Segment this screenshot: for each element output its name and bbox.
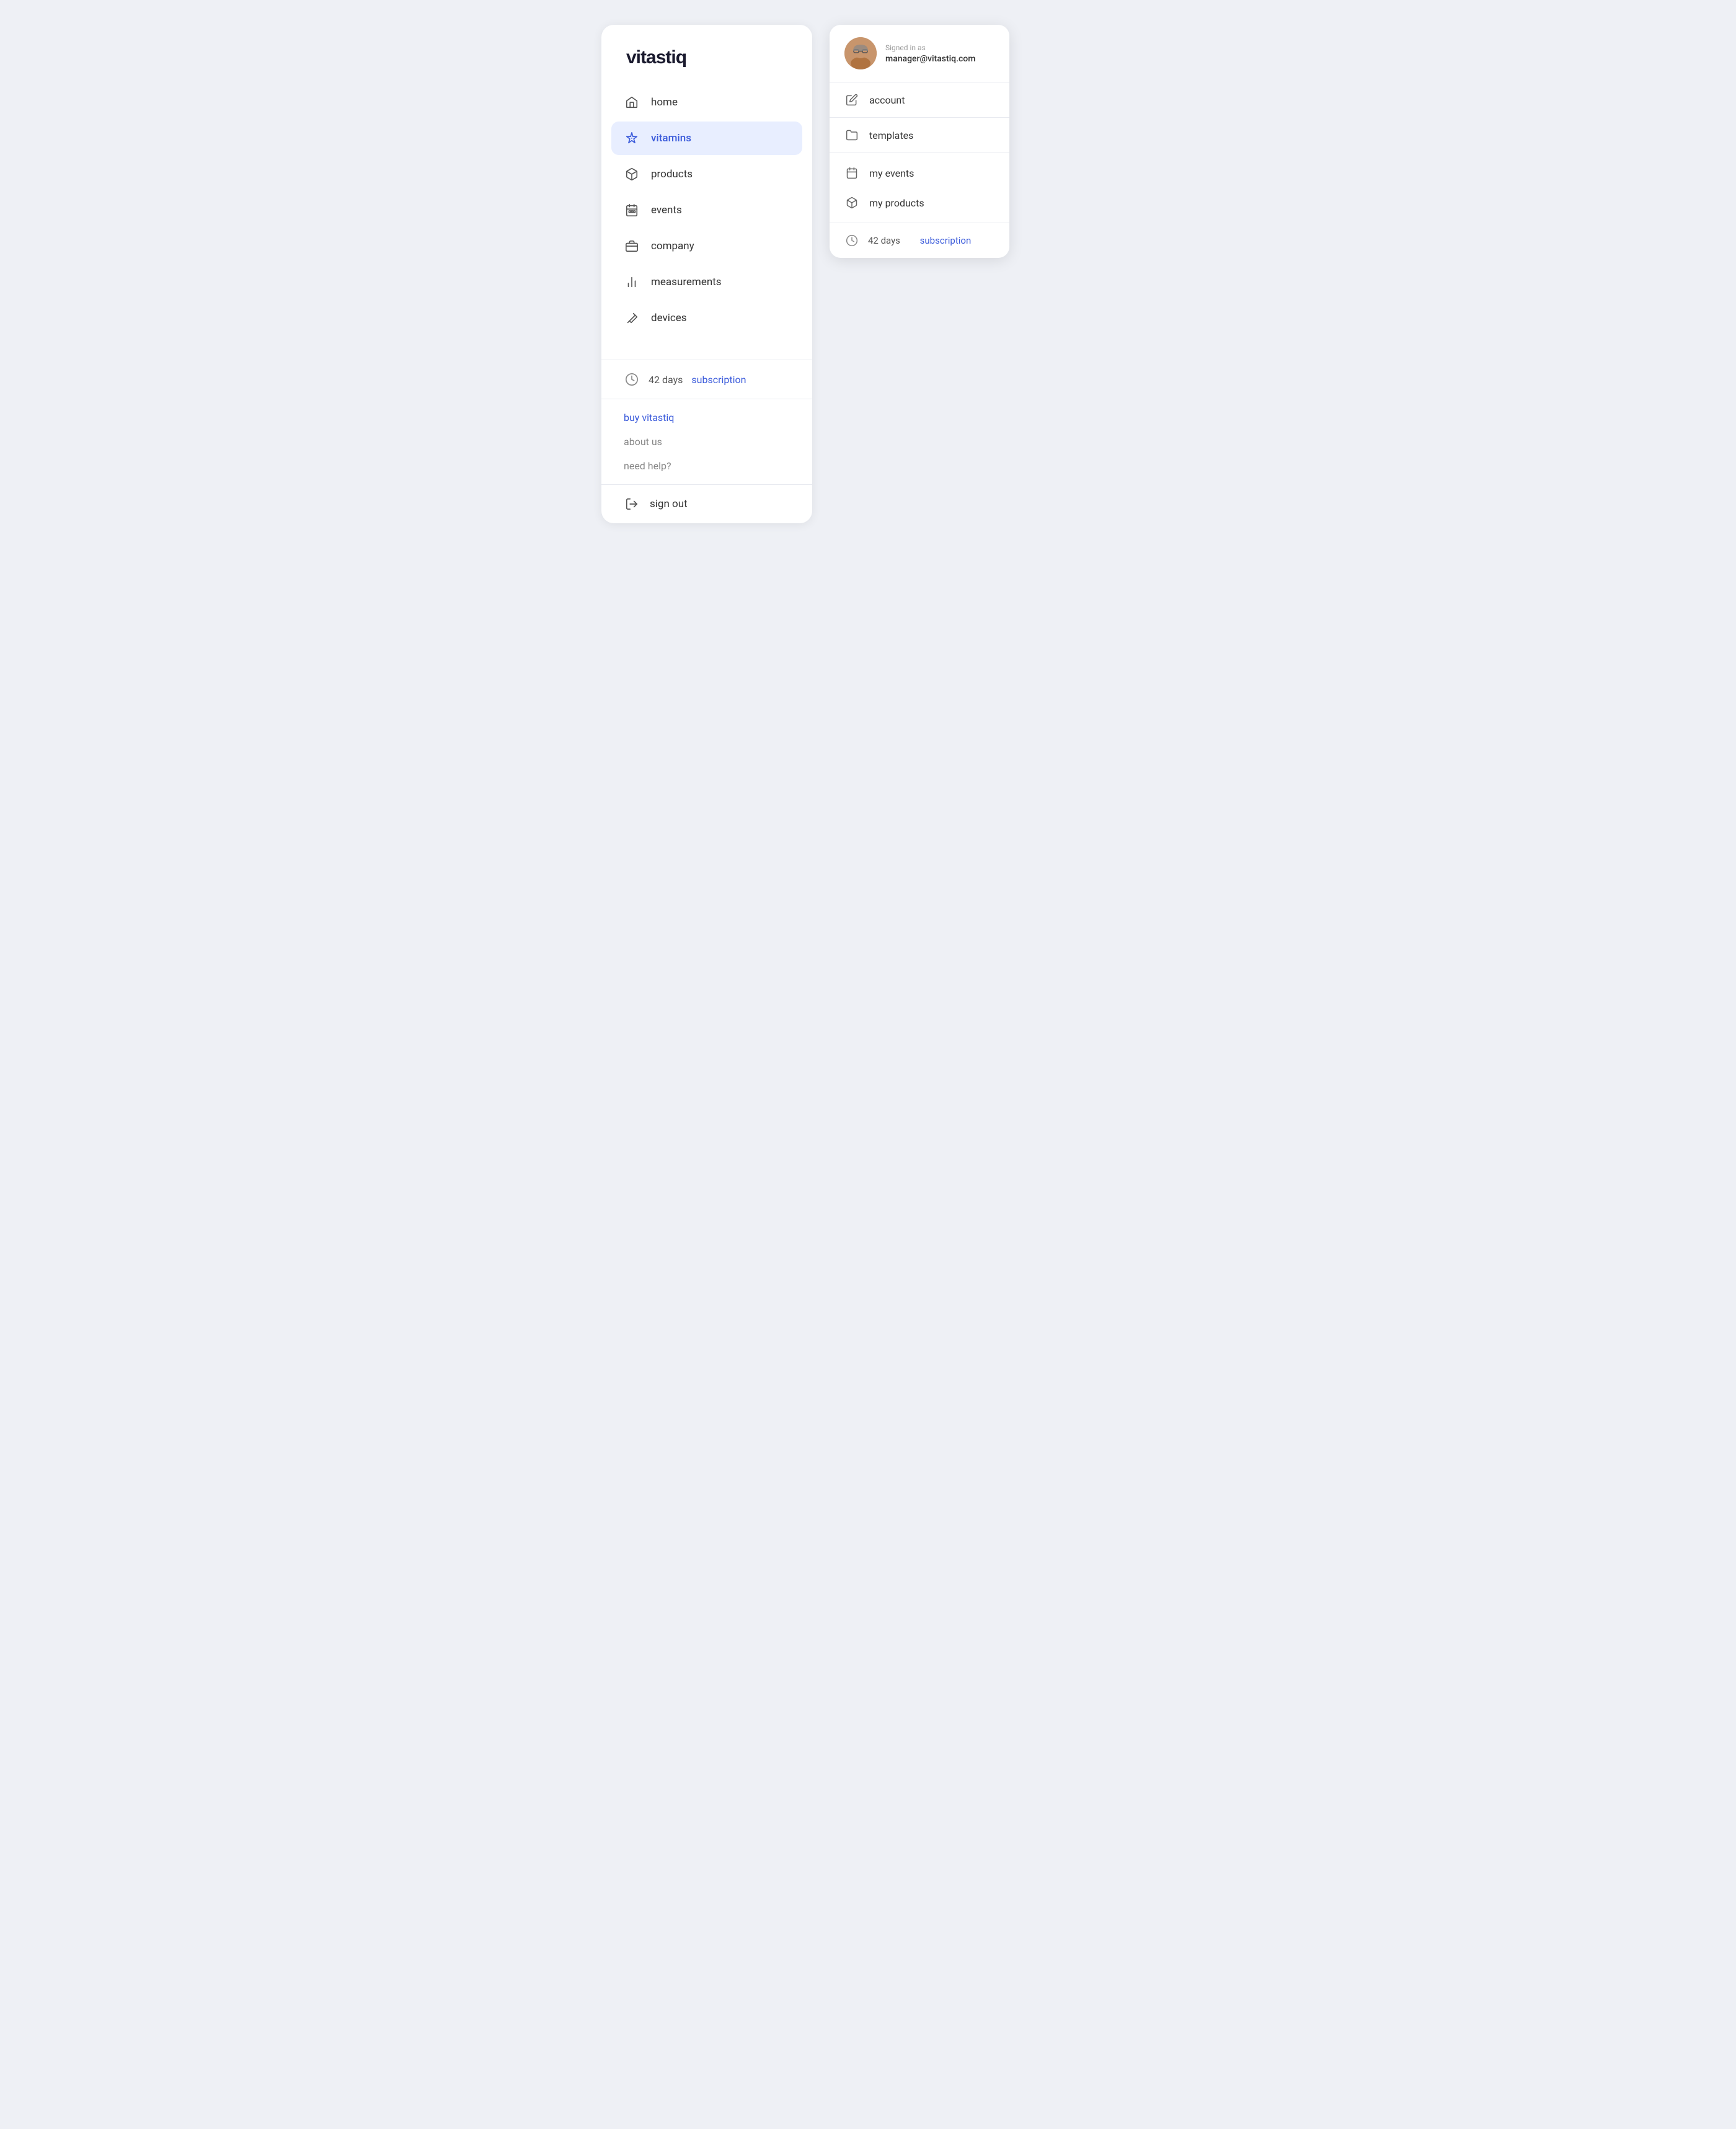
box-small-icon (844, 195, 859, 210)
home-icon (624, 94, 640, 110)
need-help-link[interactable]: need help? (624, 460, 790, 472)
folder-icon (844, 128, 859, 143)
chart-icon (624, 274, 640, 290)
dropdown-account-label: account (869, 94, 905, 106)
sidebar-item-products-label: products (651, 168, 693, 180)
buy-vitastiq-link[interactable]: buy vitastiq (624, 412, 790, 423)
sidebar-subscription: 42 days subscription (601, 360, 812, 399)
signout-icon (624, 496, 640, 512)
dropdown-subscription: 42 days subscription (830, 223, 1009, 258)
sidebar-item-home[interactable]: home (611, 86, 802, 119)
sidebar: vitastiq home (601, 25, 812, 523)
sidebar-item-company[interactable]: company (611, 229, 802, 263)
calendar-icon (624, 202, 640, 218)
sidebar-item-events-label: events (651, 204, 682, 216)
edit-icon (844, 92, 859, 107)
user-info: Signed in as manager@vitastiq.com (885, 43, 975, 64)
box-icon (624, 166, 640, 182)
my-products-label: my products (869, 197, 924, 209)
page-wrapper: vitastiq home (601, 25, 1135, 523)
dropdown-item-my-products[interactable]: my products (830, 188, 1009, 218)
about-us-link[interactable]: about us (624, 436, 790, 448)
sidebar-item-measurements[interactable]: measurements (611, 265, 802, 299)
dropdown-panel: Signed in as manager@vitastiq.com accoun… (830, 25, 1009, 258)
app-logo: vitastiq (601, 25, 812, 86)
sparkle-icon (624, 130, 640, 146)
sidebar-item-devices-label: devices (651, 312, 687, 324)
dropdown-header: Signed in as manager@vitastiq.com (830, 25, 1009, 82)
sidebar-item-events[interactable]: events (611, 193, 802, 227)
subscription-days: 42 days (649, 374, 683, 386)
sidebar-item-devices[interactable]: devices (611, 301, 802, 335)
dropdown-item-my-events[interactable]: my events (830, 158, 1009, 188)
calendar-small-icon (844, 166, 859, 180)
my-events-label: my events (869, 167, 914, 179)
nav-items: home vitamins (601, 86, 812, 335)
briefcase-icon (624, 238, 640, 254)
sidebar-footer: buy vitastiq about us need help? (601, 399, 812, 484)
subscription-link[interactable]: subscription (691, 374, 746, 386)
sidebar-item-home-label: home (651, 96, 678, 108)
sidebar-item-products[interactable]: products (611, 157, 802, 191)
signed-in-label: Signed in as (885, 43, 975, 52)
user-email: manager@vitastiq.com (885, 54, 975, 64)
my-section: my events my products (830, 153, 1009, 223)
sidebar-item-measurements-label: measurements (651, 276, 722, 288)
avatar (844, 37, 877, 69)
sign-out-button[interactable]: sign out (601, 484, 812, 523)
sidebar-item-company-label: company (651, 240, 694, 252)
clock-icon (624, 371, 640, 387)
clock-small-icon (844, 233, 859, 248)
dropdown-item-templates[interactable]: templates (830, 118, 1009, 153)
dropdown-days: 42 days (868, 235, 900, 246)
pencil-icon (624, 310, 640, 326)
sidebar-item-vitamins-label: vitamins (651, 132, 691, 144)
sign-out-label: sign out (650, 498, 688, 510)
dropdown-templates-label: templates (869, 130, 913, 141)
dropdown-item-account[interactable]: account (830, 82, 1009, 118)
dropdown-subscription-link[interactable]: subscription (920, 235, 972, 246)
sidebar-item-vitamins[interactable]: vitamins (611, 122, 802, 155)
